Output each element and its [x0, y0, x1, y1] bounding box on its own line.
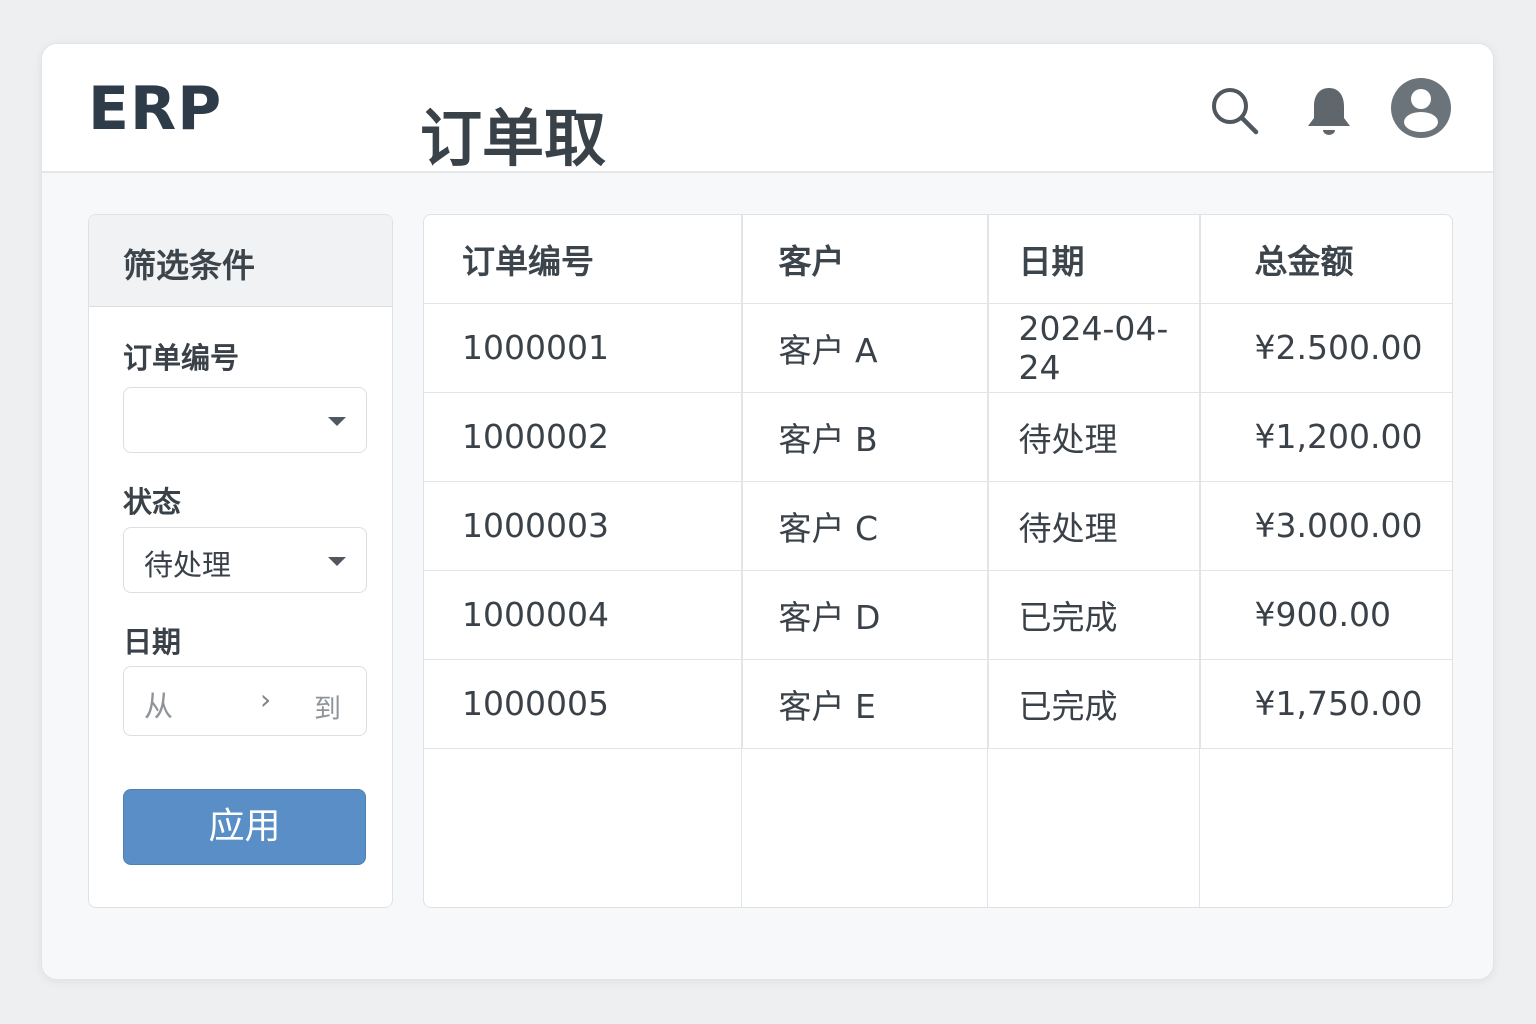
date-cell: 2024-04-24 [988, 303, 1201, 393]
col-header-order-no[interactable]: 订单编号 [424, 215, 743, 304]
col-header-customer[interactable]: 客户 [742, 215, 989, 304]
search-icon[interactable] [1208, 84, 1262, 142]
customer-cell: 客户 D [742, 570, 989, 660]
order-no-cell: 1000004 [424, 570, 743, 660]
table-row[interactable]: 1000001 客户 A 2024-04-24 ¥2.500.00 [424, 303, 1452, 393]
date-cell: 待处理 [988, 481, 1201, 571]
app-window: ERP 订单取 筛选条件 订单编号 状态 待处理 日期 从 › 到 应用 订单编… [41, 43, 1494, 980]
order-no-cell: 1000002 [424, 392, 743, 482]
customer-cell: 客户 B [742, 392, 989, 482]
chevron-right-icon: › [260, 683, 272, 716]
order-no-cell: 1000001 [424, 303, 743, 393]
logo: ERP [88, 74, 223, 144]
page-title: 订单取 [420, 102, 607, 175]
total-cell: ¥1,200.00 [1200, 392, 1452, 482]
total-cell: ¥900.00 [1200, 570, 1452, 660]
date-from[interactable]: 从 [144, 683, 173, 725]
table-row[interactable]: 1000003 客户 C 待处理 ¥3.000.00 [424, 481, 1452, 571]
customer-cell: 客户 C [742, 481, 989, 571]
user-avatar-icon[interactable] [1390, 77, 1452, 143]
status-select[interactable]: 待处理 [123, 527, 367, 593]
date-cell: 待处理 [988, 392, 1201, 482]
order-no-cell: 1000003 [424, 481, 743, 571]
chevron-down-icon [328, 557, 346, 566]
filter-panel-title: 筛选条件 [89, 215, 392, 307]
date-cell: 已完成 [988, 570, 1201, 660]
customer-cell: 客户 E [742, 659, 989, 749]
col-header-total[interactable]: 总金额 [1200, 215, 1452, 304]
order-no-select[interactable] [123, 387, 367, 453]
date-label: 日期 [123, 625, 182, 659]
chevron-down-icon [328, 417, 346, 426]
total-cell: ¥1,750.00 [1200, 659, 1452, 749]
order-no-label: 订单编号 [123, 341, 240, 375]
apply-button[interactable]: 应用 [123, 789, 366, 865]
date-cell: 已完成 [988, 659, 1201, 749]
table-row[interactable]: 1000002 客户 B 待处理 ¥1,200.00 [424, 392, 1452, 482]
orders-table: 订单编号 客户 日期 总金额 1000001 客户 A 2024-04-24 ¥2.5… [423, 214, 1453, 908]
table-row[interactable]: 1000005 客户 E 已完成 ¥1,750.00 [424, 659, 1452, 749]
total-cell: ¥3.000.00 [1200, 481, 1452, 571]
date-to[interactable]: 到 [314, 687, 341, 726]
total-cell: ¥2.500.00 [1200, 303, 1452, 393]
bell-icon[interactable] [1302, 84, 1356, 142]
table-header-row: 订单编号 客户 日期 总金额 [424, 215, 1452, 304]
order-no-cell: 1000005 [424, 659, 743, 749]
col-header-date[interactable]: 日期 [988, 215, 1201, 304]
status-value: 待处理 [144, 548, 232, 582]
status-label: 状态 [123, 485, 182, 519]
date-range-input[interactable]: 从 › 到 [123, 666, 367, 736]
customer-cell: 客户 A [742, 303, 989, 393]
top-bar: ERP 订单取 [42, 44, 1493, 175]
table-row[interactable]: 1000004 客户 D 已完成 ¥900.00 [424, 570, 1452, 660]
filter-panel: 筛选条件 订单编号 状态 待处理 日期 从 › 到 应用 [88, 214, 393, 908]
